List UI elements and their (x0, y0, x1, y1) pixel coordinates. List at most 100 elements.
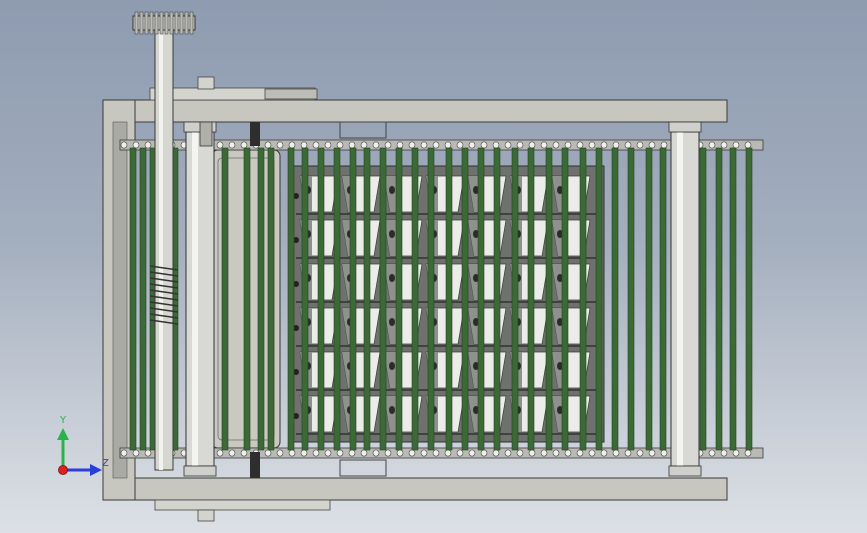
chain-link (516, 449, 524, 457)
chain-link (372, 141, 380, 149)
gear-tooth (164, 11, 169, 35)
spring-bottom (250, 452, 260, 478)
bucket-bolt (389, 318, 395, 326)
slat (129, 147, 137, 451)
chain-link (468, 141, 476, 149)
chain-link (456, 141, 464, 149)
chain-link (336, 449, 344, 457)
chain-link (312, 449, 320, 457)
chain-link (240, 141, 248, 149)
idler-roller (670, 131, 700, 467)
chain-link (492, 449, 500, 457)
top-bracket-boss (197, 76, 215, 90)
shaft (154, 29, 174, 471)
slat (267, 147, 275, 451)
chain-link (564, 141, 572, 149)
axis-triad (57, 428, 102, 476)
shaft-highlight (159, 30, 163, 470)
bucket-bolt (389, 362, 395, 370)
chain-link (336, 141, 344, 149)
bottom-tensioner (339, 459, 387, 477)
chain-link (360, 449, 368, 457)
chain-link (612, 141, 620, 149)
slat (561, 147, 569, 451)
axis-label-y: Y (60, 415, 67, 426)
slat (411, 147, 419, 451)
chain-link (348, 449, 356, 457)
chain-link (648, 449, 656, 457)
chain-link (588, 141, 596, 149)
gear-tooth (174, 11, 179, 35)
chain-link (480, 449, 488, 457)
slat (427, 147, 435, 451)
chain-link (720, 141, 728, 149)
chain-link (408, 449, 416, 457)
chain-link (528, 449, 536, 457)
chain-link (264, 141, 272, 149)
chain-link (660, 141, 668, 149)
chain-link (588, 449, 596, 457)
chain-link (612, 449, 620, 457)
chain-link (552, 141, 560, 149)
chain-link (744, 449, 752, 457)
axis-z-arrow (90, 464, 102, 476)
chain-link (228, 141, 236, 149)
gear-tooth (154, 11, 159, 35)
bucket-bolt (389, 186, 395, 194)
chain-link (324, 141, 332, 149)
slat (379, 147, 387, 451)
chain-link (420, 449, 428, 457)
chain-link (636, 449, 644, 457)
chain-link (444, 141, 452, 149)
chain-link (348, 141, 356, 149)
axis-label-z: Z (102, 458, 109, 469)
chain-link (120, 449, 128, 457)
drive-roller-cap-bottom (183, 465, 217, 477)
slat (139, 147, 147, 451)
chain-link (396, 141, 404, 149)
chain-link (456, 449, 464, 457)
chain-link (528, 141, 536, 149)
slat (645, 147, 653, 451)
chain-top (119, 139, 764, 151)
slat (611, 147, 619, 451)
chain-link (408, 141, 416, 149)
slat (595, 147, 603, 451)
gear-tooth (184, 11, 189, 35)
chain-link (228, 449, 236, 457)
cad-viewport[interactable]: Y Z (0, 0, 867, 533)
chain-link (564, 449, 572, 457)
bucket-bolt (389, 274, 395, 282)
chain-link (708, 449, 716, 457)
chain-link (660, 449, 668, 457)
chain-link (264, 449, 272, 457)
slat (477, 147, 485, 451)
gear-tooth (159, 11, 164, 35)
chain-link (384, 141, 392, 149)
chain-link (384, 449, 392, 457)
chain-link (276, 141, 284, 149)
gear-tooth (189, 11, 194, 35)
slat (545, 147, 553, 451)
shaft-collar-top (199, 121, 213, 147)
chain-link (240, 449, 248, 457)
idler-roller-cap-top (668, 121, 702, 133)
slat (445, 147, 453, 451)
chain-bottom (119, 447, 764, 459)
slat (317, 147, 325, 451)
gear-tooth (139, 11, 144, 35)
top-tensioner (339, 121, 387, 139)
chain-link (648, 141, 656, 149)
chain-link (600, 141, 608, 149)
chain-link (372, 449, 380, 457)
slat (333, 147, 341, 451)
slat (511, 147, 519, 451)
axis-y-arrow (57, 428, 69, 440)
chain-link (144, 449, 152, 457)
chain-link (732, 141, 740, 149)
chain-link (300, 449, 308, 457)
chain-link (396, 449, 404, 457)
gear-tooth (169, 11, 174, 35)
chain-link (216, 141, 224, 149)
chain-link (624, 449, 632, 457)
